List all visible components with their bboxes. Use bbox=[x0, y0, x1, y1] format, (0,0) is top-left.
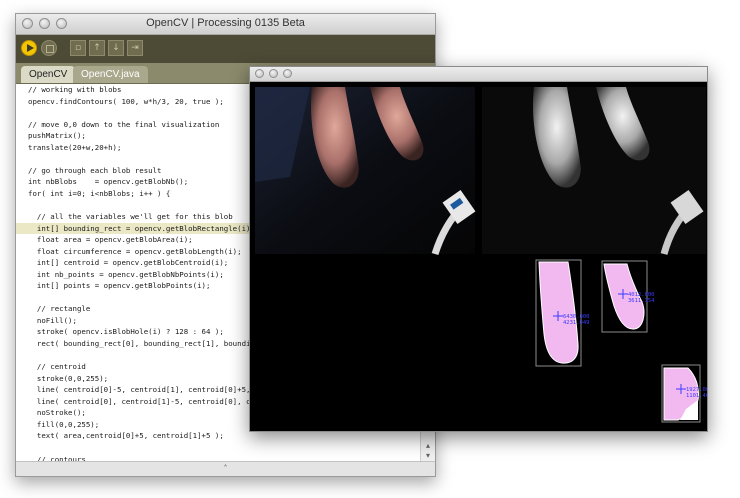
new-file-icon: ▫ bbox=[74, 43, 82, 53]
sketch-close-button[interactable] bbox=[255, 69, 264, 78]
save-sketch-button[interactable]: ↓ bbox=[108, 40, 124, 56]
stop-button[interactable] bbox=[41, 40, 57, 56]
tab-opencv[interactable]: OpenCV bbox=[21, 66, 76, 83]
open-arrow-icon: ↑ bbox=[93, 43, 101, 53]
open-sketch-button[interactable]: ↑ bbox=[89, 40, 105, 56]
blob-3-label: 1927.0001101.464 bbox=[686, 387, 707, 399]
new-sketch-button[interactable]: ▫ bbox=[70, 40, 86, 56]
ide-titlebar: OpenCV | Processing 0135 Beta bbox=[16, 14, 435, 35]
sketch-canvas: 6430.000 4231.049 4012.000 3611.354 1927.0… bbox=[250, 82, 707, 431]
blob-1-label: 6430.000 4231.049 bbox=[563, 314, 590, 326]
ide-toolbar: ▫ ↑ ↓ ⇥ bbox=[16, 35, 435, 63]
blob-result-1: 6430.000 4231.049 bbox=[535, 259, 590, 367]
ide-status-bar[interactable]: ˄ bbox=[16, 461, 435, 476]
blob-2-label: 4012.000 3611.354 bbox=[628, 292, 655, 304]
save-arrow-icon: ↓ bbox=[112, 43, 120, 53]
blob-result-3: 1927.0001101.464 bbox=[661, 364, 707, 423]
code-line[interactable] bbox=[16, 442, 420, 454]
sketch-minimize-button[interactable] bbox=[269, 69, 278, 78]
ide-window-title: OpenCV | Processing 0135 Beta bbox=[146, 17, 305, 29]
opencv-visualization: 6430.000 4231.049 4012.000 3611.354 1927.0… bbox=[255, 87, 707, 423]
sketch-output-window: 6430.000 4231.049 4012.000 3611.354 1927.0… bbox=[249, 66, 708, 432]
scroll-up-arrow-icon[interactable]: ▴ bbox=[423, 441, 433, 450]
camera-gray-frame bbox=[482, 87, 706, 255]
run-button[interactable] bbox=[21, 40, 37, 56]
scroll-down-arrow-icon[interactable]: ▾ bbox=[423, 451, 433, 460]
sketch-zoom-button[interactable] bbox=[283, 69, 292, 78]
camera-color-frame bbox=[255, 87, 476, 256]
export-arrow-icon: ⇥ bbox=[131, 43, 139, 53]
code-line[interactable]: // contours bbox=[16, 454, 420, 462]
sketch-titlebar bbox=[250, 67, 707, 82]
blob-result-2: 4012.000 3611.354 bbox=[601, 260, 655, 333]
tab-opencv-java[interactable]: OpenCV.java bbox=[73, 66, 148, 83]
code-line[interactable]: text( area,centroid[0]+5, centroid[1]+5 … bbox=[16, 430, 420, 442]
export-button[interactable]: ⇥ bbox=[127, 40, 143, 56]
